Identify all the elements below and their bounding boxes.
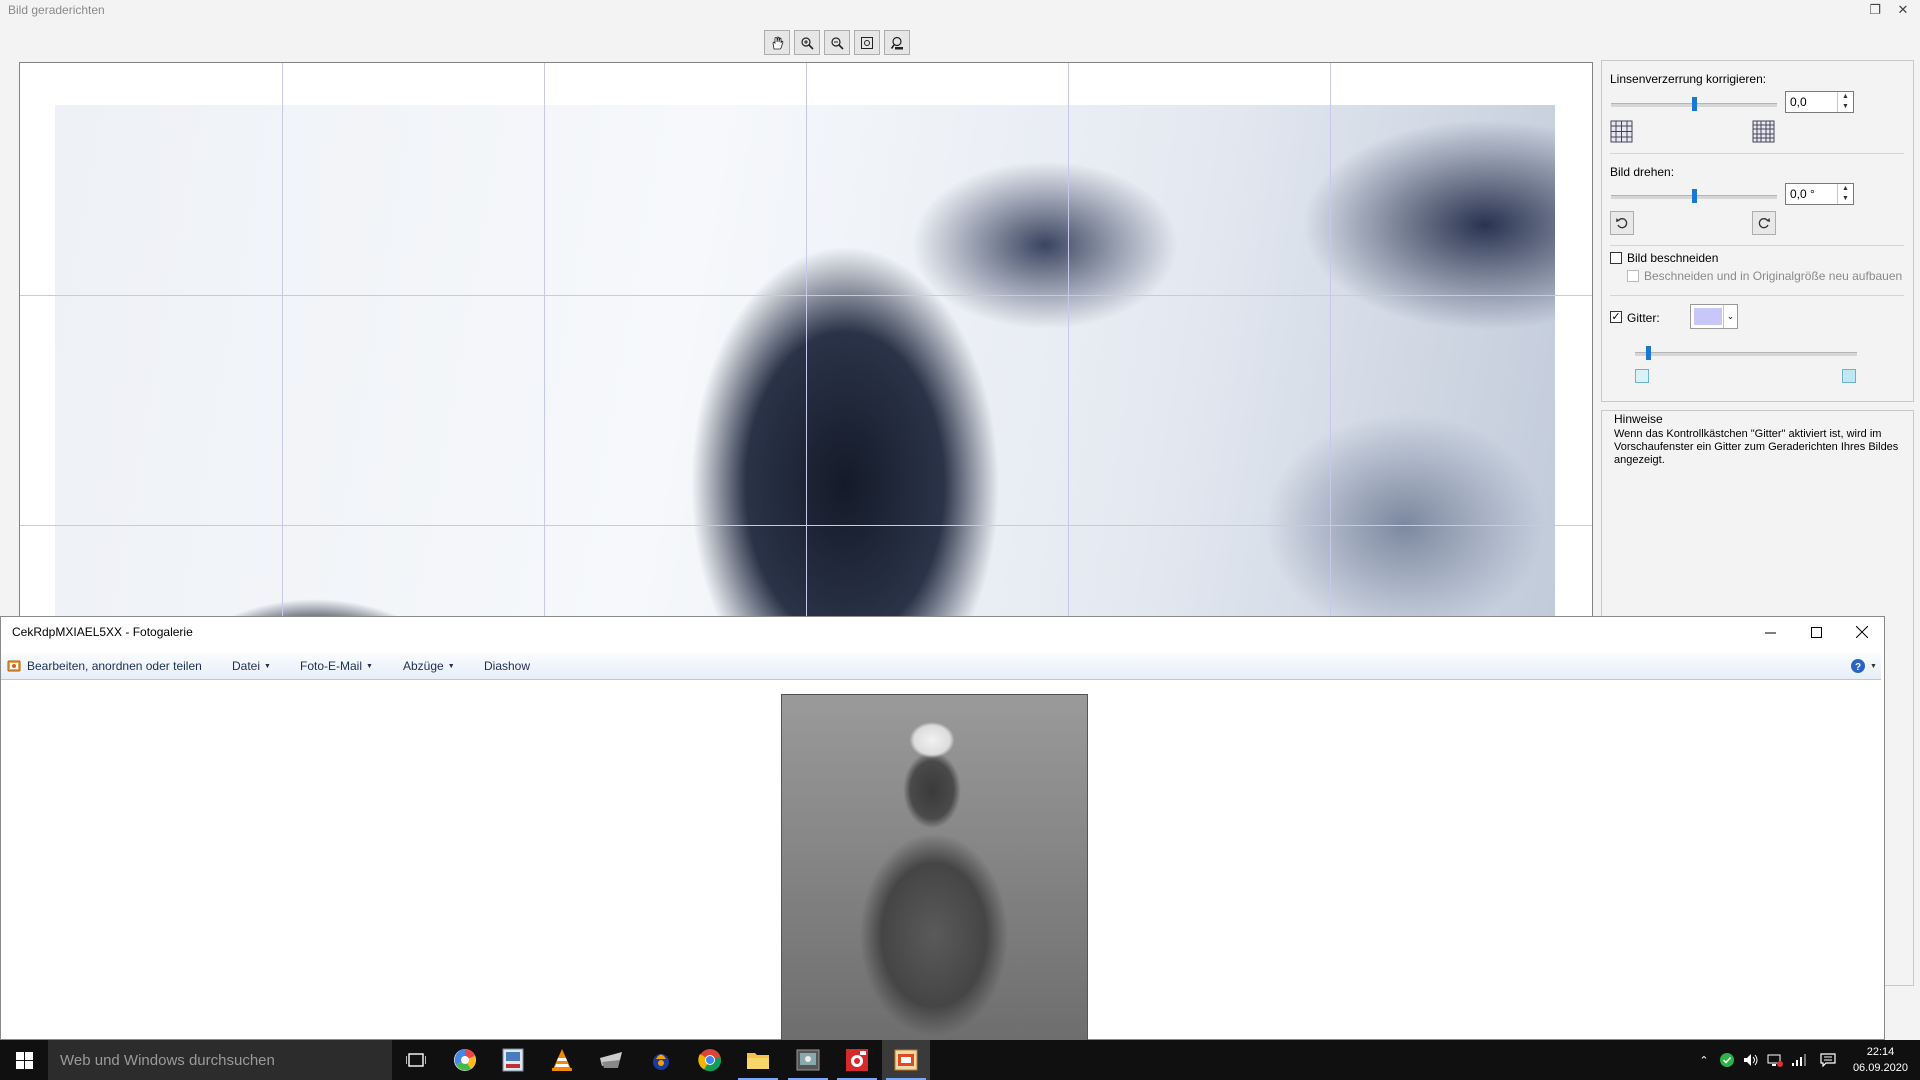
rotate-spinbox[interactable]: 0,0 ° ▲ ▼: [1785, 183, 1854, 205]
window-title: Bild geraderichten: [8, 3, 105, 17]
minimize-icon[interactable]: [1747, 617, 1793, 647]
search-placeholder: Web und Windows durchsuchen: [60, 1052, 275, 1069]
crop-checkbox[interactable]: [1610, 252, 1622, 264]
crop-resize-label: Beschneiden und in Originalgröße neu auf…: [1644, 269, 1903, 283]
caret-down-icon: ▼: [447, 663, 455, 670]
vlc-icon[interactable]: [538, 1040, 586, 1080]
maximize-icon[interactable]: [1793, 617, 1839, 647]
crop-resize-checkbox[interactable]: [1627, 270, 1639, 282]
taskbar: Web und Windows durchsuchen ⌃ 22:14 06.0…: [0, 1040, 1920, 1080]
barrel-grid-icon[interactable]: [1610, 120, 1633, 143]
rotate-label: Bild drehen:: [1610, 165, 1675, 179]
menu-slideshow[interactable]: Diashow: [484, 659, 530, 673]
caret-down-icon: ▼: [264, 663, 271, 670]
camera-app-icon[interactable]: [833, 1040, 881, 1080]
chrome-icon[interactable]: [686, 1040, 734, 1080]
picasa-icon[interactable]: [441, 1040, 489, 1080]
clock[interactable]: 22:14 06.09.2020: [1853, 1044, 1908, 1076]
lens-value: 0,0: [1790, 95, 1807, 109]
lens-slider-thumb[interactable]: [1692, 97, 1697, 111]
media-app-icon[interactable]: [587, 1040, 635, 1080]
zoom-100-icon[interactable]: [884, 30, 910, 55]
menu-prints[interactable]: Abzüge ▼: [403, 659, 455, 673]
rotate-slider-thumb[interactable]: [1692, 189, 1697, 203]
lens-spinbox[interactable]: 0,0 ▲ ▼: [1785, 91, 1854, 113]
app-icon[interactable]: [637, 1040, 685, 1080]
menu-photo-email[interactable]: Foto-E-Mail ▼: [300, 659, 373, 673]
file-explorer-icon[interactable]: [734, 1040, 782, 1080]
gallery-titlebar[interactable]: CekRdpMXIAEL5XX - Fotogalerie: [1, 617, 1884, 647]
task-view-icon[interactable]: [392, 1040, 440, 1080]
separator: [1610, 295, 1904, 296]
separator: [1610, 153, 1904, 154]
gallery-photo[interactable]: [781, 694, 1088, 1043]
grid-color-picker[interactable]: ⌄: [1690, 304, 1738, 329]
close-icon[interactable]: ✕: [1892, 0, 1914, 20]
gallery-menubar: Bearbeiten, anordnen oder teilen Datei ▼ …: [1, 653, 1881, 680]
help-icon: ?: [1851, 659, 1865, 673]
hints-text: Wenn das Kontrollkästchen "Gitter" aktiv…: [1614, 428, 1899, 466]
spin-up-icon[interactable]: ▲: [1838, 184, 1853, 194]
caret-down-icon: ▼: [366, 663, 373, 670]
taskbar-search[interactable]: Web und Windows durchsuchen: [48, 1040, 392, 1080]
pincushion-grid-icon[interactable]: [1752, 120, 1775, 143]
menu-file-label: Datei: [232, 659, 261, 673]
picture-manager-icon[interactable]: [882, 1040, 930, 1080]
rotate-value: 0,0 °: [1790, 187, 1815, 201]
menu-prints-label: Abzüge: [403, 659, 444, 673]
grid-line: [20, 295, 1592, 296]
menu-edit[interactable]: Bearbeiten, anordnen oder teilen: [27, 659, 202, 673]
preview-toolbar: [764, 30, 910, 55]
zoom-in-icon[interactable]: [794, 30, 820, 55]
clock-time: 22:14: [1866, 1046, 1895, 1058]
spin-down-icon[interactable]: ▼: [1838, 102, 1853, 112]
svg-text:?: ?: [1855, 662, 1861, 673]
volume-icon[interactable]: [1740, 1040, 1762, 1080]
grid-checkbox[interactable]: ✓: [1610, 311, 1622, 323]
fit-to-window-icon[interactable]: [854, 30, 880, 55]
separator: [1610, 245, 1904, 246]
help-button[interactable]: ? ▼: [1850, 658, 1877, 674]
photo-gallery-taskbar-icon[interactable]: [784, 1040, 832, 1080]
caret-down-icon: ▼: [1870, 662, 1877, 670]
gallery-window: CekRdpMXIAEL5XX - Fotogalerie Bearbeiten…: [0, 616, 1885, 1043]
grid-line: [20, 525, 1592, 526]
menu-file[interactable]: Datei ▼: [232, 659, 271, 673]
grid-label: Gitter:: [1627, 311, 1660, 325]
gallery-title: CekRdpMXIAEL5XX - Fotogalerie: [12, 625, 193, 639]
rotate-right-icon[interactable]: [1752, 211, 1776, 235]
grid-color-swatch: [1694, 308, 1722, 325]
rotate-left-icon[interactable]: [1610, 211, 1634, 235]
start-button[interactable]: [0, 1040, 48, 1080]
spin-up-icon[interactable]: ▲: [1838, 92, 1853, 102]
chevron-down-icon[interactable]: ⌄: [1723, 305, 1737, 328]
grid-size-slider-thumb[interactable]: [1646, 346, 1652, 360]
menu-photo-email-label: Foto-E-Mail: [300, 659, 363, 673]
notifications-icon[interactable]: [1816, 1040, 1840, 1080]
chevron-up-icon[interactable]: ⌃: [1694, 1040, 1714, 1080]
zoom-out-icon[interactable]: [824, 30, 850, 55]
coarse-grid-icon: [1842, 369, 1856, 383]
network-icon[interactable]: [1764, 1040, 1786, 1080]
hand-icon[interactable]: [764, 30, 790, 55]
clock-date: 06.09.2020: [1852, 1062, 1908, 1074]
pdf-app-icon[interactable]: [489, 1040, 537, 1080]
photo-gallery-icon: [7, 660, 21, 672]
windows-icon: [15, 1051, 33, 1069]
fine-grid-icon: [1635, 369, 1649, 383]
signal-icon[interactable]: [1788, 1040, 1810, 1080]
lens-label: Linsenverzerrung korrigieren:: [1610, 72, 1767, 86]
close-icon[interactable]: [1839, 617, 1885, 647]
crop-label: Bild beschneiden: [1627, 251, 1719, 265]
spin-down-icon[interactable]: ▼: [1838, 194, 1853, 204]
settings-panel: Linsenverzerrung korrigieren: 0,0 ▲ ▼ Bil…: [1601, 60, 1914, 402]
hints-title: Hinweise: [1614, 412, 1663, 426]
grid-size-slider-track[interactable]: [1635, 352, 1857, 356]
restore-icon[interactable]: ❐: [1864, 0, 1886, 20]
security-icon[interactable]: [1716, 1040, 1738, 1080]
